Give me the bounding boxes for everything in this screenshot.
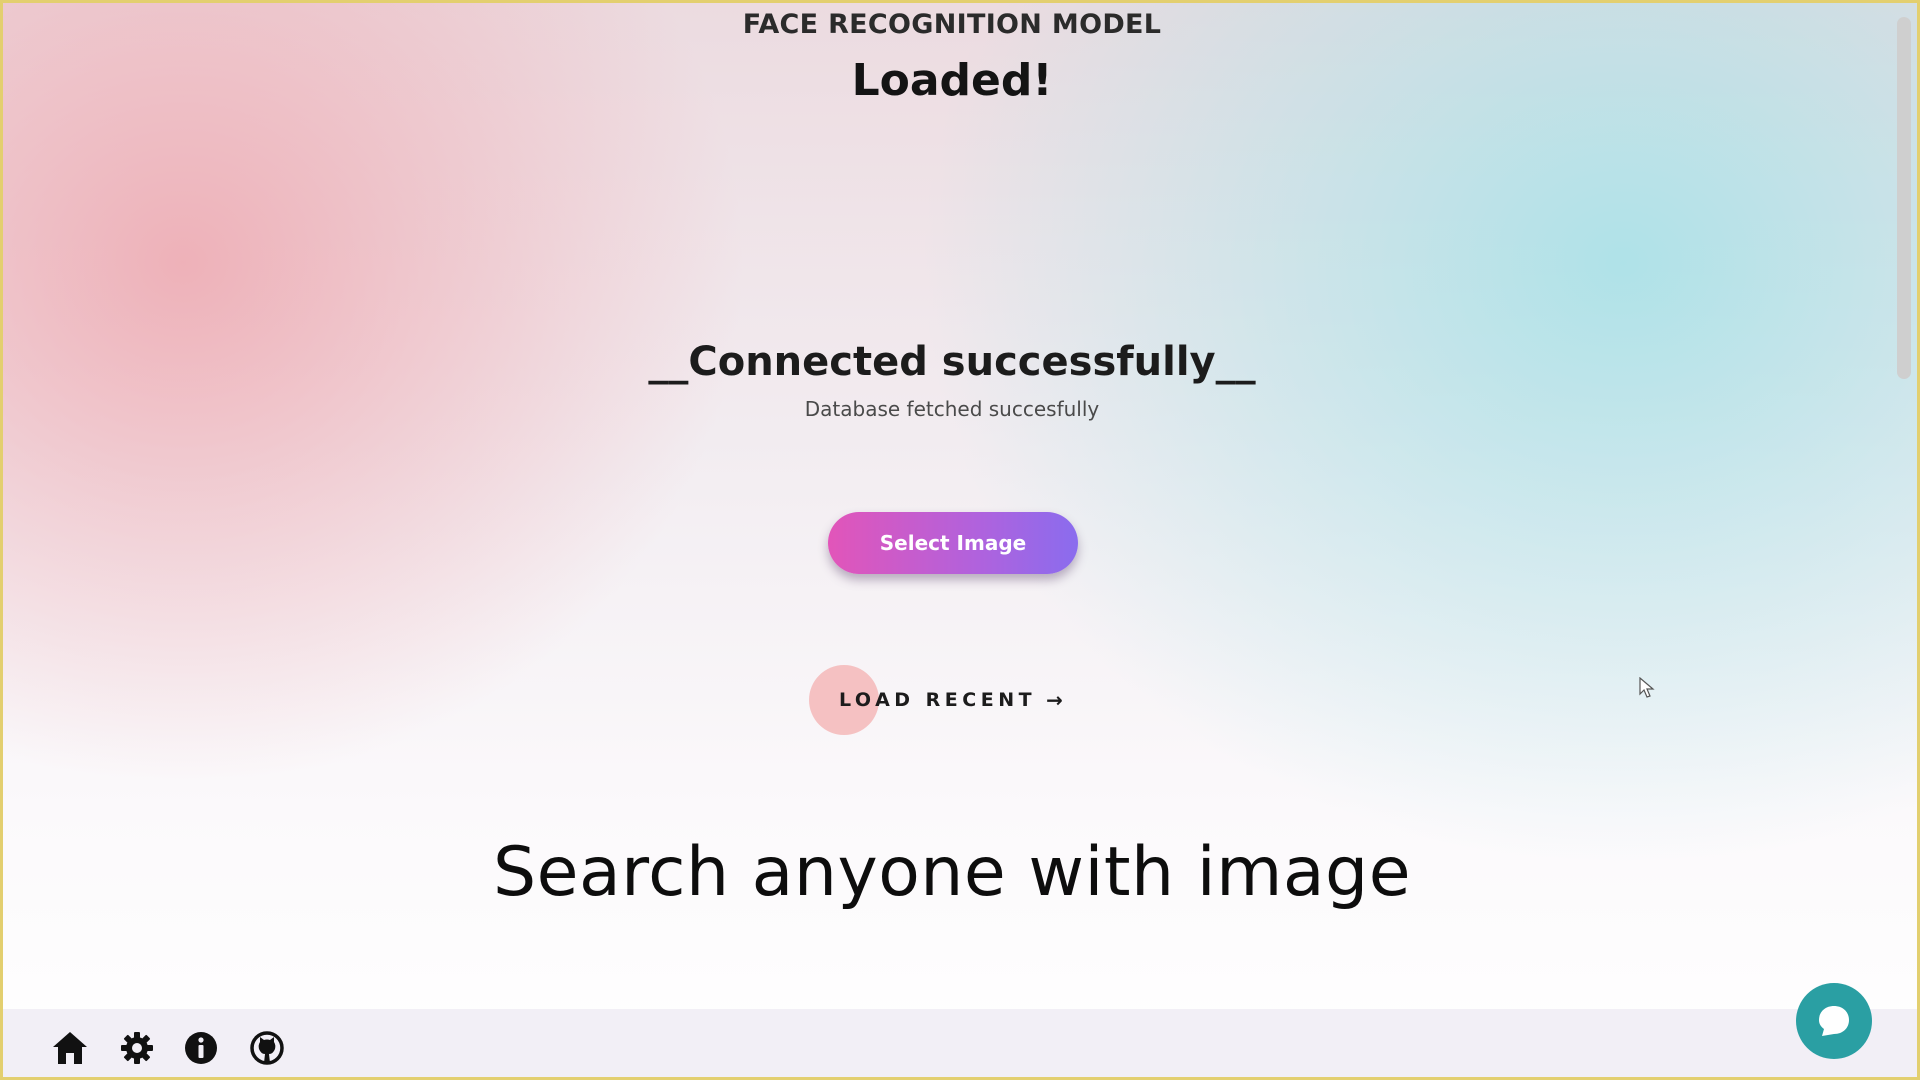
arrow-right-icon: → <box>1046 688 1063 712</box>
model-status: Loaded! <box>851 55 1053 106</box>
scrollbar-thumb[interactable] <box>1897 17 1911 379</box>
chat-bubble-icon <box>1819 1006 1849 1036</box>
footer-bar <box>3 1009 1917 1077</box>
select-image-button[interactable]: Select Image <box>828 512 1078 574</box>
load-recent-label: LOAD RECENT <box>839 689 1037 711</box>
mouse-cursor <box>1639 676 1655 703</box>
database-status: Database fetched succesfully <box>804 397 1100 421</box>
chat-button[interactable] <box>1796 983 1872 1059</box>
tagline: Search anyone with image <box>492 833 1412 912</box>
page-title: FACE RECOGNITION MODEL <box>742 9 1162 40</box>
github-icon[interactable] <box>247 1028 287 1068</box>
gear-icon[interactable] <box>117 1028 157 1068</box>
load-recent-link[interactable]: LOAD RECENT → <box>809 665 1063 735</box>
home-icon[interactable] <box>50 1028 90 1068</box>
info-icon[interactable] <box>181 1028 221 1068</box>
app-frame: FACE RECOGNITION MODEL Loaded! __Connect… <box>0 0 1920 1080</box>
connection-status: __Connected successfully__ <box>648 339 1256 385</box>
